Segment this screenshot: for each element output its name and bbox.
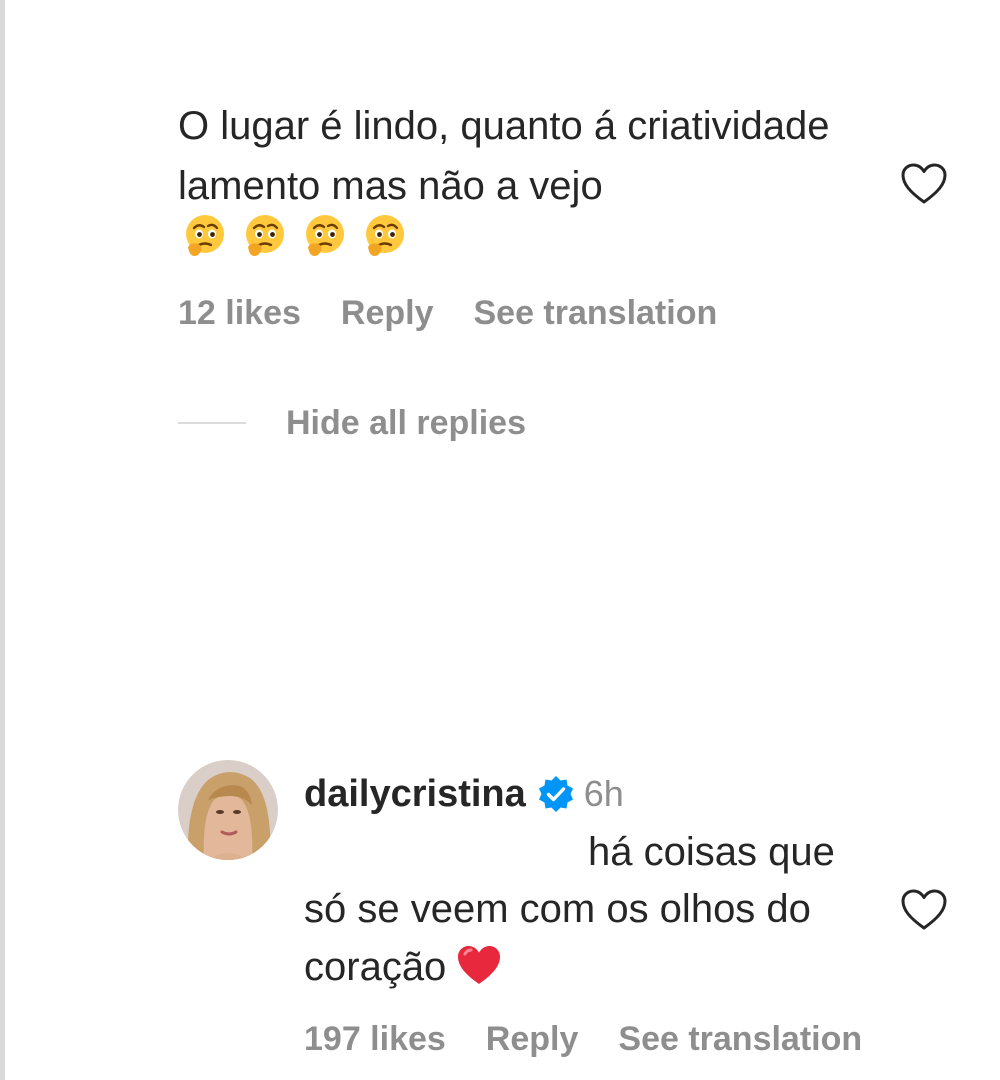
reply-header: dailycristina 6h (304, 766, 624, 822)
thinking-face-emoji-icon (306, 215, 344, 256)
thinking-face-emoji-icon (366, 215, 404, 256)
reply-text: só se veem com os olhos do coração (304, 880, 884, 996)
comment-likes-count[interactable]: 12 likes (178, 294, 301, 333)
reply-text-line-3-label: coração (304, 945, 447, 989)
reply-reply-button[interactable]: Reply (486, 1020, 579, 1059)
reply-username[interactable]: dailycristina (304, 773, 526, 816)
reply-likes-count[interactable]: 197 likes (304, 1020, 446, 1059)
comment-text: O lugar é lindo, quanto á criatividade l… (178, 104, 830, 208)
replies-divider-line (178, 422, 246, 424)
avatar-image (178, 760, 278, 860)
thinking-face-emoji-icon (246, 215, 284, 256)
reply-text-line-2: só se veem com os olhos do (304, 887, 811, 931)
reply-like-heart-icon[interactable] (900, 888, 948, 932)
red-heart-emoji-icon (458, 946, 501, 984)
reply-text-line-1: há coisas que (588, 830, 835, 874)
comment-like-heart-icon[interactable] (900, 162, 948, 206)
comment-meta-row: 12 likes Reply See translation (178, 294, 717, 333)
reply-timestamp[interactable]: 6h (584, 773, 624, 815)
hide-all-replies-button[interactable]: Hide all replies (178, 398, 526, 448)
reply-meta-row: 197 likes Reply See translation (304, 1020, 862, 1059)
comment-see-translation-button[interactable]: See translation (473, 294, 717, 333)
comment-reply-button[interactable]: Reply (341, 294, 434, 333)
hide-all-replies-label: Hide all replies (286, 403, 526, 442)
avatar[interactable] (178, 760, 278, 860)
comment-emoji-row (182, 206, 408, 266)
reply-see-translation-button[interactable]: See translation (618, 1020, 862, 1059)
thinking-face-emoji-icon (186, 215, 224, 256)
panel-left-border (0, 0, 5, 1080)
reply-text-line-3: coração (304, 938, 884, 996)
verified-badge-icon (538, 776, 573, 812)
